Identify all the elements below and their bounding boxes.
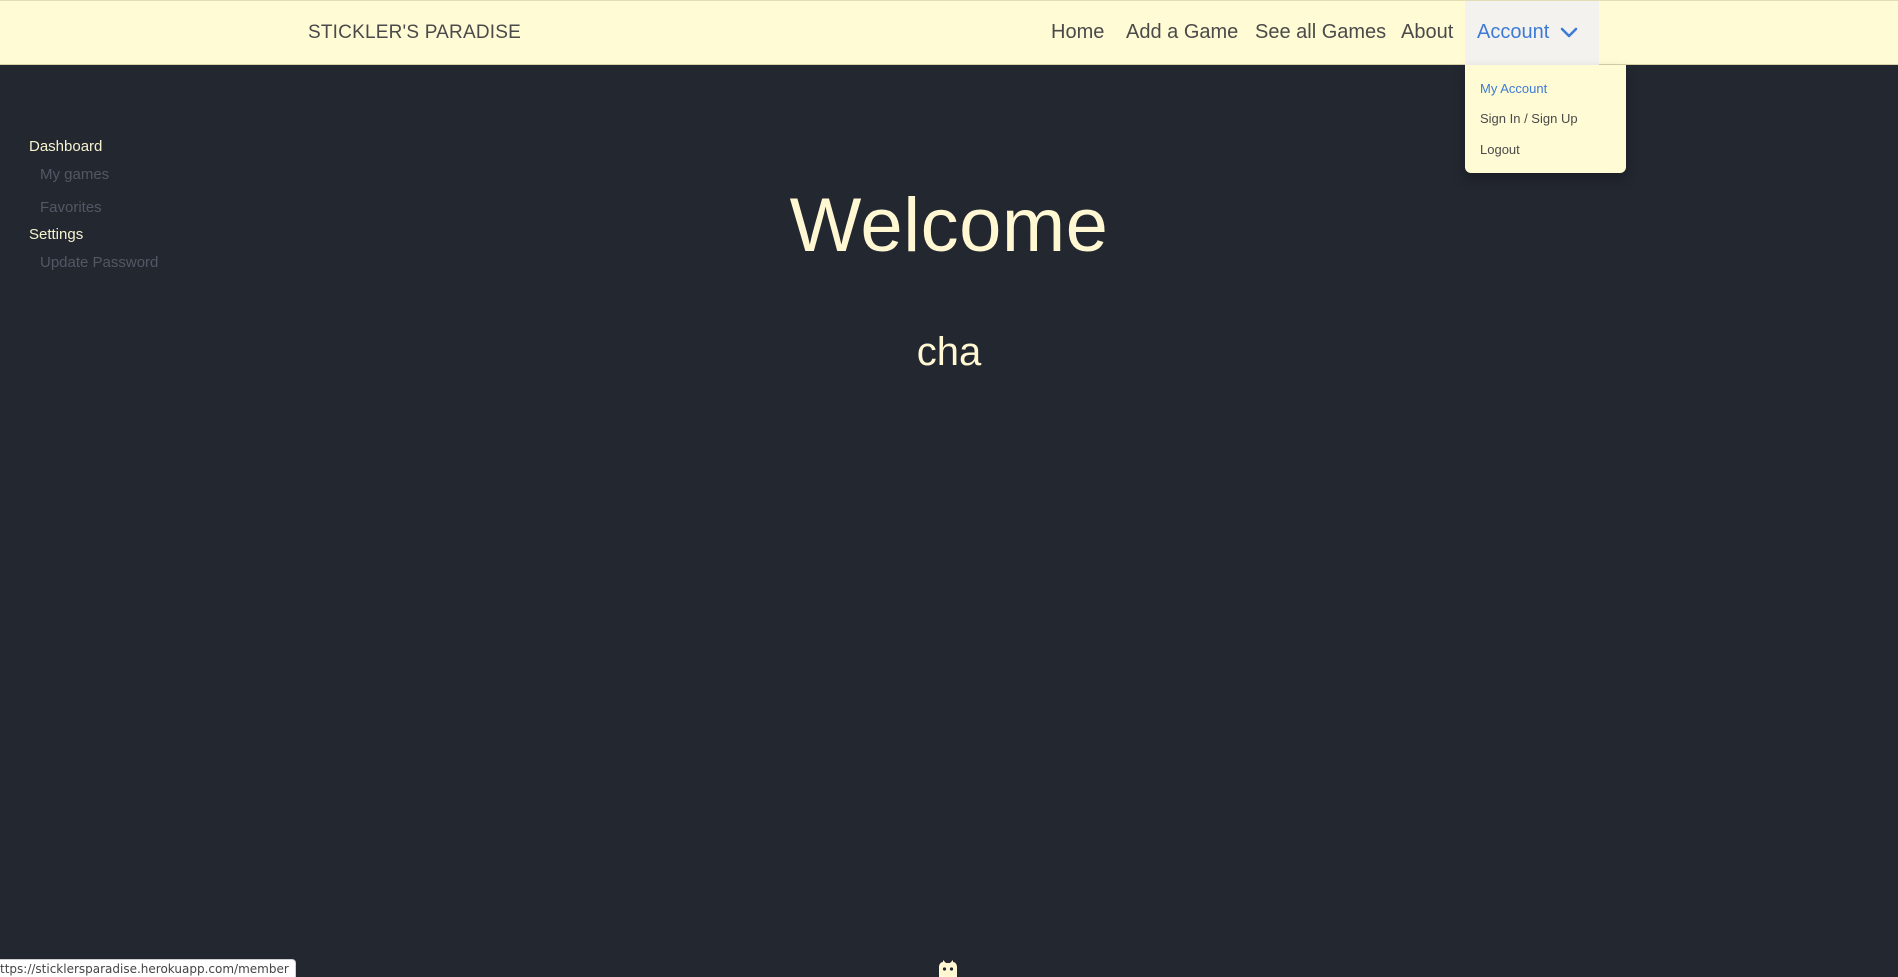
account-dropdown-toggle[interactable]: Account [1465,1,1599,65]
welcome-heading: Welcome [789,183,1109,268]
menu-item-logout[interactable]: Logout [1480,142,1520,157]
menu-item-my-account[interactable]: My Account [1480,81,1547,96]
status-bar-url: ttps://sticklersparadise.herokuapp.com/m… [0,959,296,977]
nav-home[interactable]: Home [1051,21,1104,44]
github-icon[interactable] [934,960,962,977]
account-dropdown-menu: My Account Sign In / Sign Up Logout [1465,65,1626,173]
sidebar-heading-dashboard: Dashboard [29,138,103,155]
top-navbar: STICKLER'S PARADISE Home Add a Game See … [0,0,1898,65]
nav-see-all-games[interactable]: See all Games [1255,21,1386,44]
nav-add-game[interactable]: Add a Game [1126,21,1238,44]
username-text: cha [916,330,982,374]
sidebar-item-my-games[interactable]: My games [40,166,109,183]
menu-item-sign-in-sign-up[interactable]: Sign In / Sign Up [1480,111,1578,126]
account-label: Account [1477,21,1550,43]
nav-about[interactable]: About [1401,21,1453,44]
brand-link[interactable]: STICKLER'S PARADISE [308,22,521,44]
chevron-down-icon [1560,27,1578,38]
